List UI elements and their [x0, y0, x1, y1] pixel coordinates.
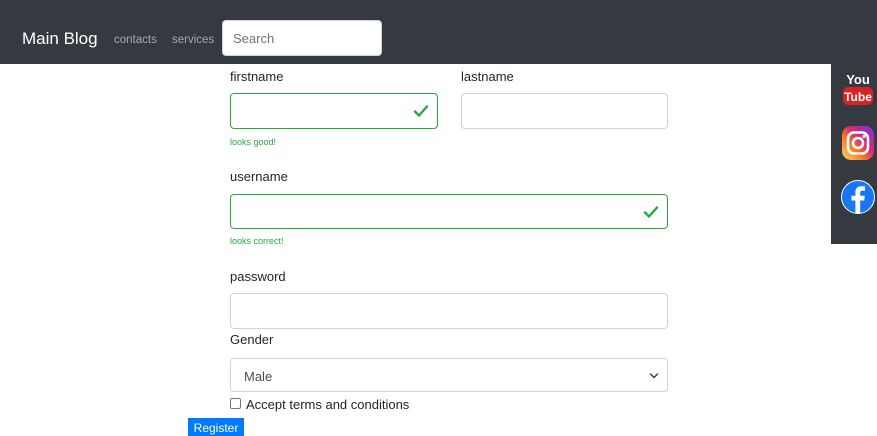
gender-select-value: Male — [244, 369, 273, 384]
register-button[interactable]: Register — [188, 418, 244, 436]
username-label: username — [230, 169, 288, 184]
instagram-icon[interactable] — [841, 124, 875, 162]
password-field[interactable] — [230, 293, 668, 329]
youtube-tube-text: Tube — [844, 90, 872, 104]
navbar: Main Blog contacts services — [0, 0, 877, 64]
username-valid-feedback: looks correct! — [230, 236, 284, 246]
username-field[interactable] — [230, 194, 668, 229]
valid-check-icon — [413, 105, 429, 117]
search-input[interactable] — [222, 20, 382, 56]
gender-label: Gender — [230, 332, 274, 347]
password-label: password — [230, 269, 286, 284]
valid-check-icon — [643, 206, 659, 218]
firstname-label: firstname — [230, 69, 284, 84]
firstname-valid-feedback: looks good! — [230, 137, 277, 147]
terms-label[interactable]: Accept terms and conditions — [246, 397, 409, 412]
gender-select[interactable]: Male — [230, 358, 668, 392]
nav-link-contacts[interactable]: contacts — [114, 34, 157, 46]
youtube-icon[interactable]: You Tube — [841, 69, 875, 109]
lastname-field[interactable] — [461, 93, 668, 129]
firstname-field[interactable] — [230, 93, 438, 129]
youtube-you-text: You — [846, 72, 870, 87]
terms-checkbox[interactable] — [230, 398, 241, 409]
nav-link-services[interactable]: services — [172, 34, 214, 46]
chevron-down-icon — [649, 373, 659, 379]
lastname-label: lastname — [461, 69, 514, 84]
facebook-icon[interactable] — [841, 177, 875, 217]
brand-link[interactable]: Main Blog — [22, 29, 98, 49]
social-sidebar: You Tube — [831, 64, 877, 244]
